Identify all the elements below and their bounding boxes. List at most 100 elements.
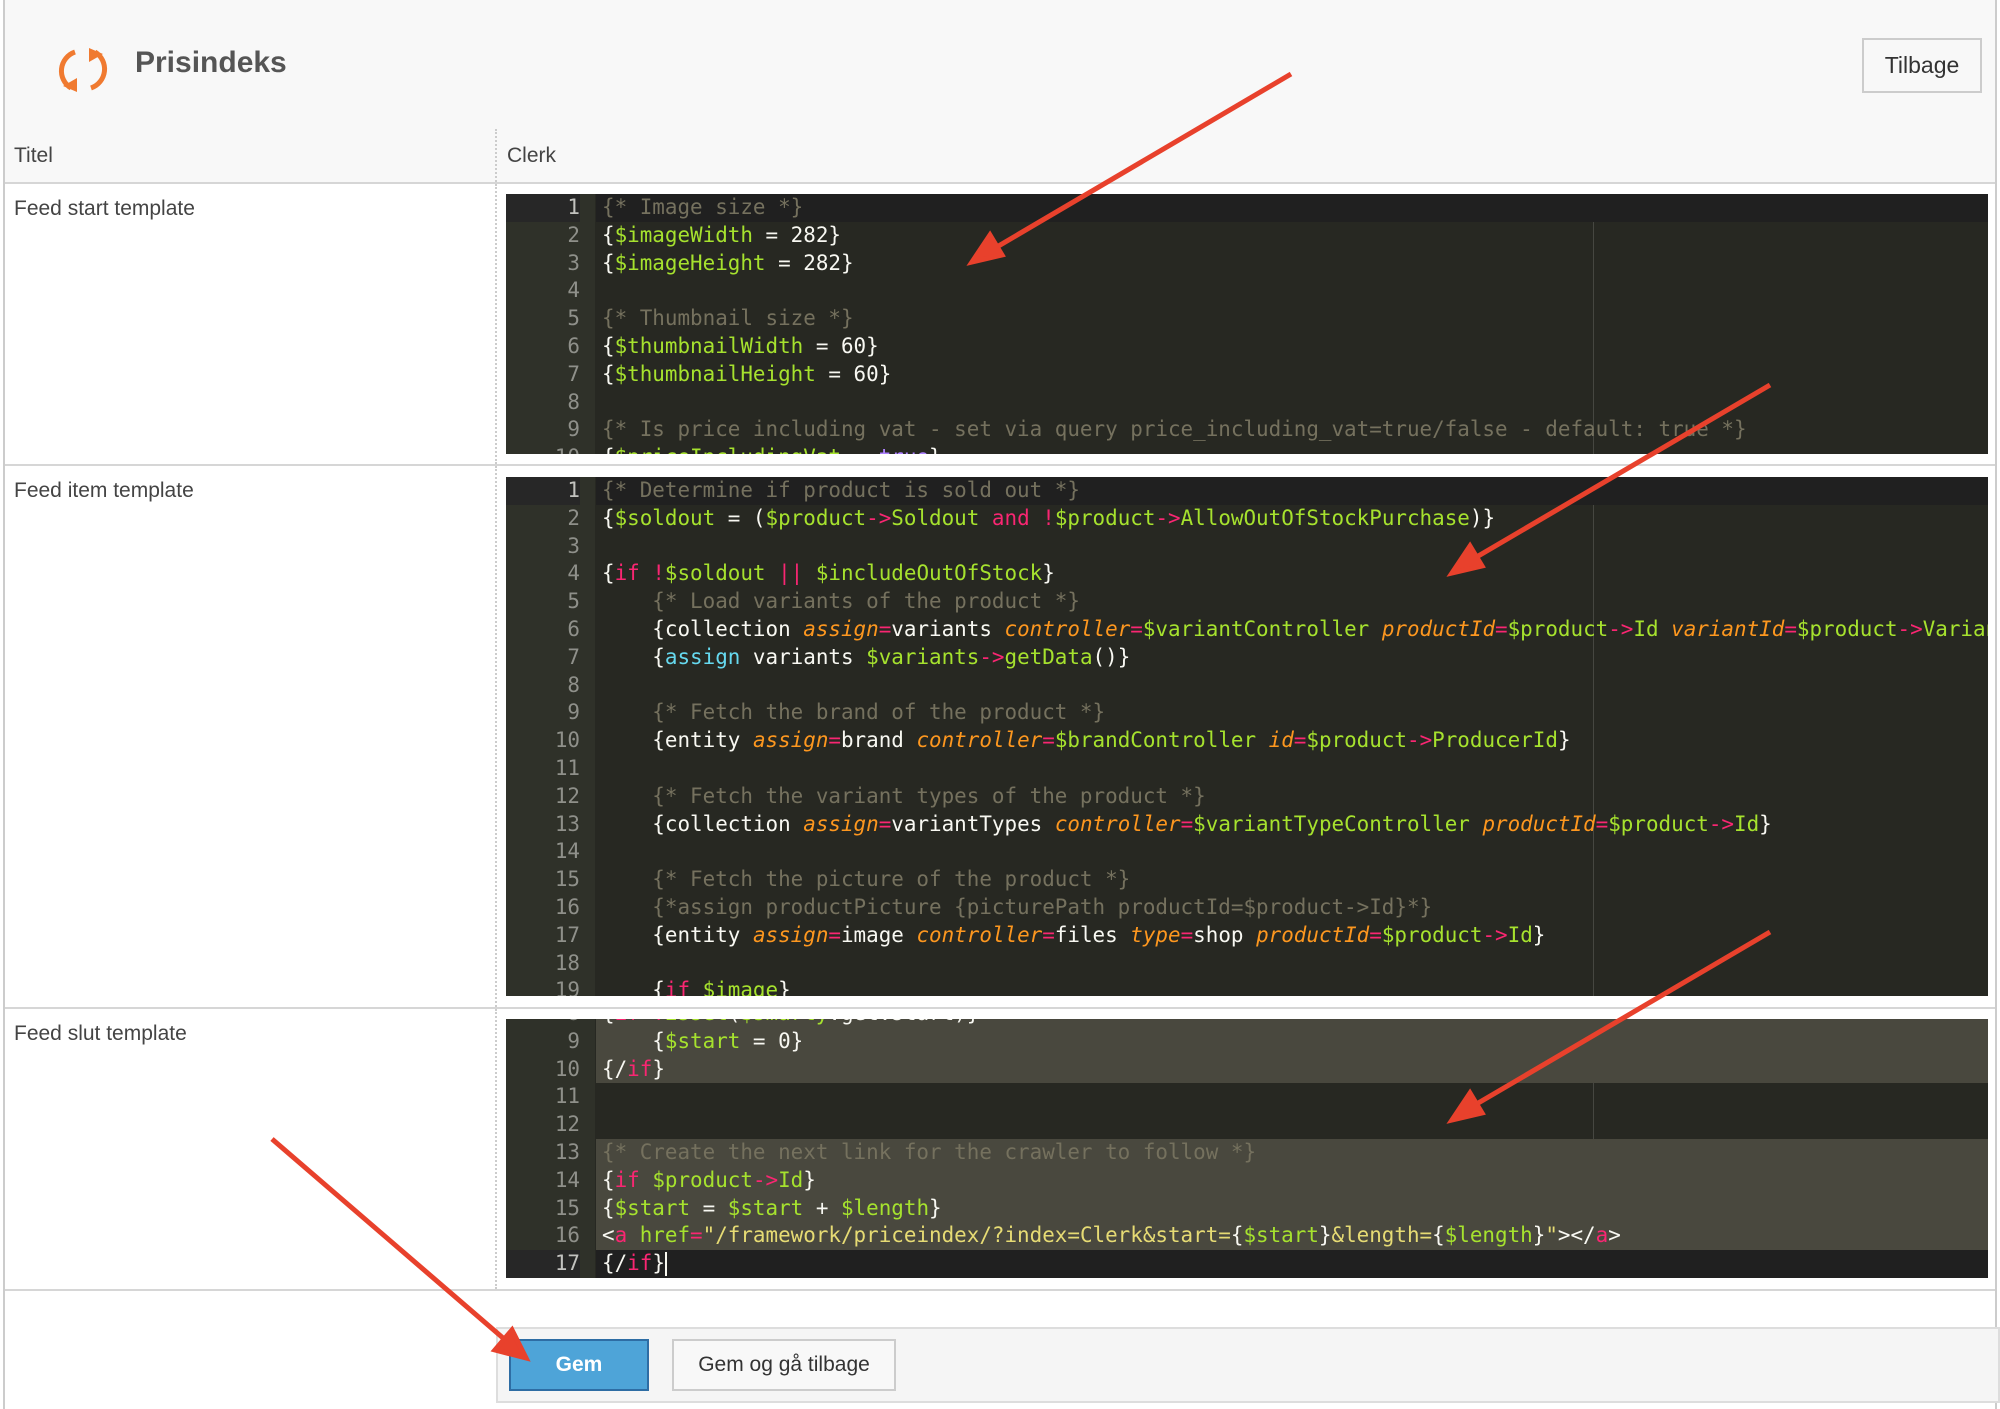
code-line[interactable]: 2 {$soldout = ($product->Soldout and !$pr… (506, 505, 1988, 533)
line-number: 10 (554, 728, 580, 753)
code-line[interactable]: 10 {entity assign=brand controller=$bran… (506, 727, 1988, 755)
code-line[interactable]: 12 {* Fetch the variant types of the pro… (506, 783, 1988, 811)
code-token: &length= (1331, 1223, 1433, 1248)
code-token: $priceIncludingVat (615, 445, 841, 454)
code-line[interactable]: 1 {* Image size *} (506, 194, 1988, 222)
code-token: { (602, 333, 615, 358)
line-number: 9 (567, 700, 580, 725)
code-line[interactable]: 3 (506, 533, 1988, 561)
code-token: productId (1256, 922, 1370, 947)
line-number: 8 (567, 672, 580, 697)
code-line[interactable]: 14 {if $product->Id} (506, 1166, 1988, 1195)
column-divider (495, 184, 497, 464)
code-text: {collection assign=variantTypes controll… (596, 811, 1988, 839)
code-line[interactable]: 9 {* Is price including vat - set via que… (506, 416, 1988, 444)
code-text: {$priceIncludingVat = true} (596, 444, 1988, 454)
code-line[interactable]: 6 {collection assign=variants controller… (506, 616, 1988, 644)
code-token: { (602, 1028, 665, 1053)
line-number: 11 (554, 755, 580, 780)
code-line[interactable]: 5 {* Thumbnail size *} (506, 305, 1988, 333)
code-line[interactable]: 11 (506, 1083, 1988, 1111)
code-line[interactable]: 6 {$thumbnailWidth = 60} (506, 333, 1988, 361)
code-token: {* Fetch the picture of the product *} (602, 867, 1131, 892)
title-value: Clerk (507, 144, 557, 167)
code-line[interactable]: 7 {assign variants $variants->getData()} (506, 644, 1988, 672)
feed-item-label: Feed item template (14, 479, 194, 502)
line-number: 6 (567, 616, 580, 641)
feed-item-code-editor[interactable]: 1 {* Determine if product is sold out *} 2… (506, 477, 1988, 996)
code-line[interactable]: 7 {$thumbnailHeight = 60} (506, 361, 1988, 389)
code-line[interactable]: 15 {* Fetch the picture of the product *… (506, 866, 1988, 894)
code-line[interactable]: 9 {$start = 0} (506, 1027, 1988, 1056)
code-line[interactable]: 2 {$imageWidth = 282} (506, 222, 1988, 250)
code-line[interactable]: 11 (506, 755, 1988, 783)
code-token: } (929, 445, 942, 454)
code-token: brand (840, 728, 917, 753)
code-token: -> (1482, 922, 1508, 947)
code-token: type (1130, 922, 1181, 947)
code-line[interactable]: 19 {if $image} (506, 977, 1988, 996)
code-line[interactable]: 10 {/if} (506, 1055, 1988, 1084)
code-line[interactable]: 8 {if !isset($smarty.get.start)} (506, 1019, 1988, 1028)
code-token: {* Load variants of the product *} (602, 589, 1080, 614)
code-line[interactable]: 12 (506, 1111, 1988, 1139)
code-token: ProducerId (1432, 728, 1558, 753)
code-line[interactable]: 10 {$priceIncludingVat = true} (506, 444, 1988, 454)
code-token: = (690, 1195, 728, 1220)
code-token: controller (916, 728, 1043, 753)
code-token: controller (1054, 811, 1181, 836)
code-text: {entity assign=image controller=files ty… (596, 922, 1988, 950)
code-line[interactable]: 18 (506, 950, 1988, 978)
code-line[interactable]: 16 <a href="/framework/priceindex/?index=… (506, 1222, 1988, 1251)
code-line[interactable]: 8 (506, 672, 1988, 700)
code-token: = (828, 922, 841, 947)
code-line[interactable]: 4 {if !$soldout || $includeOutOfStock} (506, 560, 1988, 588)
code-line[interactable]: 8 (506, 389, 1988, 417)
code-token: {* Determine if product is sold out *} (602, 478, 1080, 502)
code-line[interactable]: 16 {*assign productPicture {picturePath … (506, 894, 1988, 922)
code-token: $soldout (664, 561, 766, 586)
form-actions: Gem Gem og gå tilbage (496, 1327, 2000, 1403)
line-number: 7 (567, 644, 580, 669)
back-button[interactable]: Tilbage (1862, 38, 1982, 93)
code-line[interactable]: 9 {* Fetch the brand of the product *} (506, 699, 1988, 727)
code-line[interactable]: 14 (506, 838, 1988, 866)
code-token: -> (866, 505, 892, 530)
code-line[interactable]: 4 (506, 277, 1988, 305)
code-token: = 0} (740, 1028, 804, 1053)
code-token: productId (1482, 811, 1596, 836)
code-token: = ( (715, 505, 766, 530)
code-token: {collection (602, 811, 804, 836)
code-token: image (840, 922, 917, 947)
title-label: Titel (14, 144, 53, 167)
code-line[interactable]: 15 {$start = $start + $length} (506, 1194, 1988, 1223)
code-line[interactable]: 3 {$imageHeight = 282} (506, 250, 1988, 278)
code-line[interactable]: 13 {* Create the next link for the crawle… (506, 1138, 1988, 1167)
code-line[interactable]: 1 {* Determine if product is sold out *} (506, 477, 1988, 505)
code-token: { (602, 1167, 615, 1192)
code-text: {* Fetch the picture of the product *} (596, 866, 1988, 894)
code-line[interactable]: 5 {* Load variants of the product *} (506, 588, 1988, 616)
save-and-go-back-button[interactable]: Gem og gå tilbage (672, 1339, 896, 1391)
code-token: $length (1444, 1223, 1533, 1248)
code-token: = (690, 1223, 703, 1248)
code-line[interactable]: 13 {collection assign=variantTypes contr… (506, 811, 1988, 839)
code-token: = 282} (752, 222, 841, 247)
code-token: = 282} (765, 250, 854, 275)
code-line[interactable]: 17 {entity assign=image controller=files… (506, 922, 1988, 950)
feed-end-code-editor[interactable]: 8{if !isset($smarty.get.start)}9 {$start… (506, 1019, 1988, 1278)
code-text: <a href="/framework/priceindex/?index=Cl… (596, 1222, 1988, 1251)
code-token: -> (1407, 728, 1433, 753)
code-token: {entity (602, 922, 753, 947)
code-text: {$imageHeight = 282} (596, 250, 1988, 278)
code-text: {/if} (596, 1055, 1988, 1084)
code-line[interactable]: 17 {/if} (506, 1250, 1988, 1278)
feed-start-code-editor[interactable]: 1 {* Image size *} 2 {$imageWidth = 282} 3 {$… (506, 194, 1988, 454)
code-token: {* Image size *} (602, 195, 804, 219)
save-button[interactable]: Gem (509, 1339, 649, 1391)
code-token: ! (1042, 505, 1055, 530)
code-token: assign (803, 616, 879, 641)
code-token: $brandController (1054, 728, 1257, 753)
